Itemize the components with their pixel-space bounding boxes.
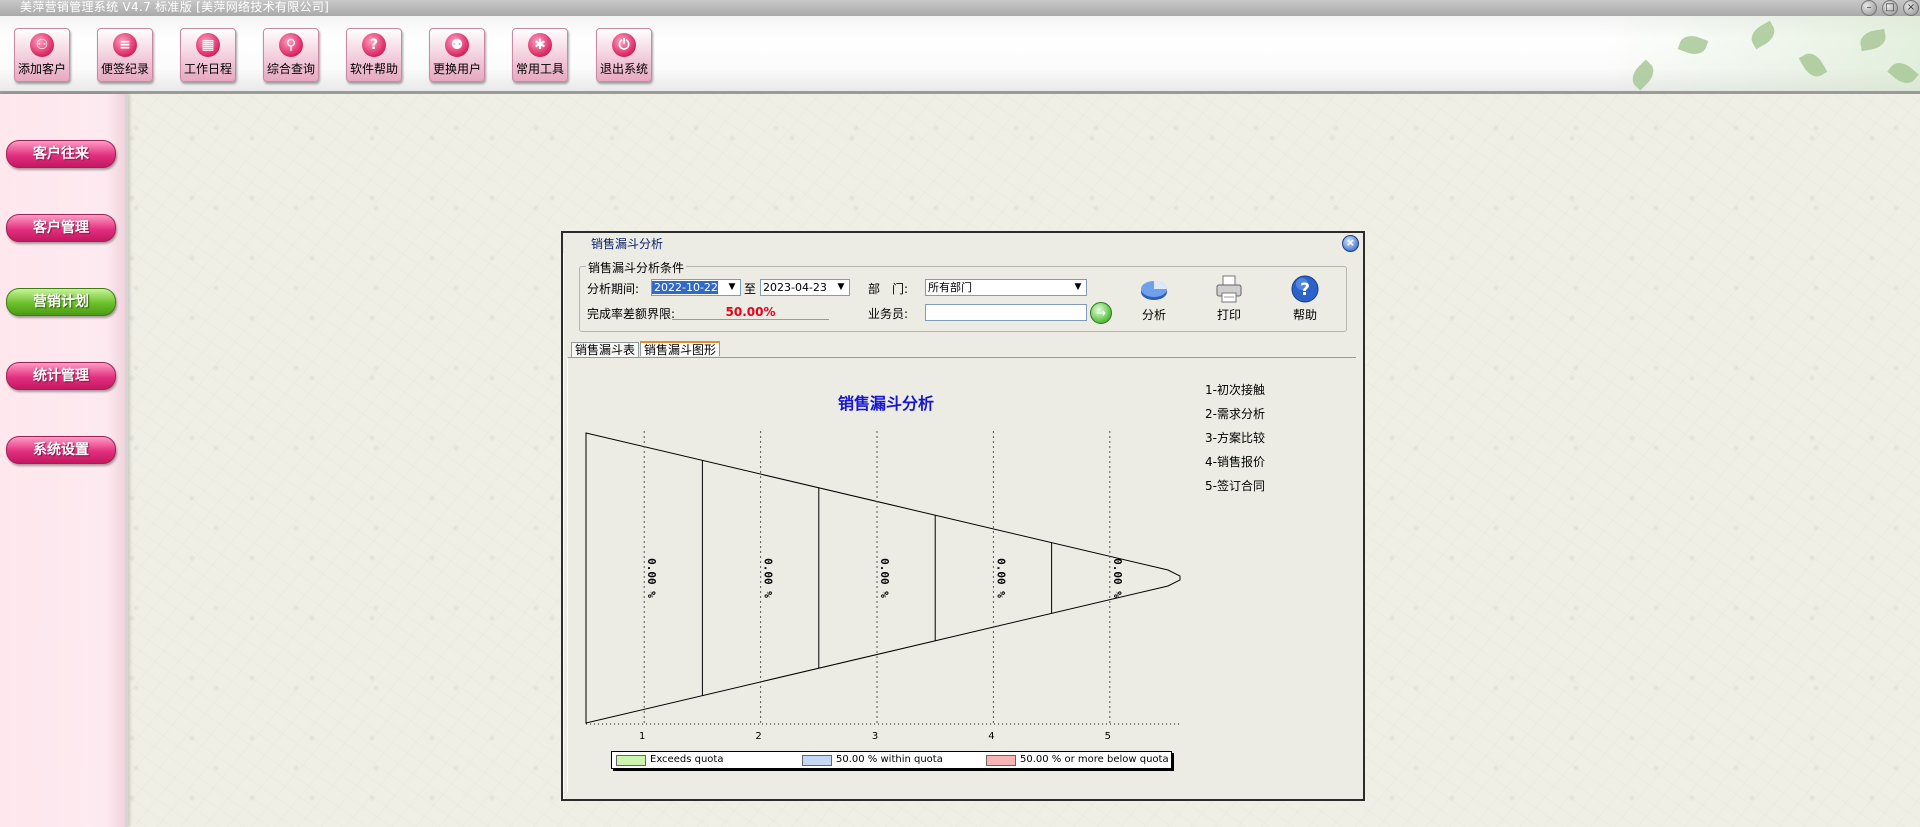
main-toolbar: ⚇ 添加客户 ≡ 便签纪录 ▦ 工作日程 ⚲ 综合查询? 软件帮助 ⚉ 更换用户 ✱ 常用工具 ⏻ 退出系统: [0, 16, 1920, 94]
tab-funnel-graph[interactable]: 销售漏斗图形: [640, 341, 721, 357]
toolbar-button-7[interactable]: ✱ 常用工具: [512, 28, 568, 82]
notepad-icon: ≡: [113, 33, 137, 57]
toolbar-button-5[interactable]: ? 软件帮助: [346, 28, 402, 82]
conditions-legend: 销售漏斗分析条件: [586, 259, 687, 276]
tab-funnel-table[interactable]: 销售漏斗表: [571, 342, 640, 357]
printer-icon: [1216, 275, 1242, 303]
power-icon: ⏻: [612, 33, 636, 57]
period-from-select[interactable]: 2022-10-22 ▼: [651, 279, 741, 296]
toolbar-button-label: 工作日程: [183, 62, 232, 76]
toolbar-button-1[interactable]: ⚇ 添加客户: [14, 28, 70, 82]
dialog-close-icon[interactable]: ×: [1342, 235, 1359, 252]
quota-swatch-exceeds: [616, 755, 646, 766]
quota-label-within: 50.00 % within quota: [836, 754, 943, 765]
funnel-analysis-dialog: 销售漏斗分析 × 销售漏斗分析条件 分析期间: 2022-10-22 ▼ 至 2…: [561, 231, 1365, 801]
calendar-icon: ▦: [196, 33, 220, 57]
toolbar-button-label: 综合查询: [266, 62, 315, 76]
toolbar-button-label: 软件帮助: [349, 62, 398, 76]
dept-select[interactable]: 所有部门 ▼: [925, 279, 1087, 296]
stage-legend-item: 4-销售报价: [1205, 455, 1265, 469]
print-button[interactable]: 打印: [1201, 274, 1257, 324]
help-icon: ?: [1291, 275, 1319, 303]
toolbar-button-label: 退出系统: [599, 62, 648, 76]
toolbar-button-label: 便签纪录: [100, 62, 149, 76]
close-window-button[interactable]: ×: [1903, 0, 1919, 16]
analyze-button[interactable]: 分析: [1126, 274, 1182, 324]
quota-label-exceeds: Exceeds quota: [650, 754, 724, 765]
leaf-decoration: [1600, 16, 1920, 91]
sidebar-item-3[interactable]: 营销计划: [6, 288, 116, 316]
quota-swatch-within: [802, 755, 832, 766]
toolbar-button-label: 常用工具: [515, 62, 564, 76]
toolbar-button-3[interactable]: ▦ 工作日程: [180, 28, 236, 82]
toolbar-button-label: 更换用户: [432, 62, 481, 76]
dialog-title: 销售漏斗分析: [591, 237, 664, 251]
dept-label: 部 门:: [868, 282, 909, 296]
stage-legend-item: 5-签订合同: [1205, 479, 1265, 493]
toolbar-button-4[interactable]: ⚲ 综合查询: [263, 28, 319, 82]
svg-text:?: ?: [1300, 280, 1310, 300]
window-title: 美萍营销管理系统 V4.7 标准版 [美萍网络技术有限公司]: [20, 0, 330, 14]
search-icon: ⚲: [279, 33, 303, 57]
pie-chart-icon: [1141, 281, 1167, 300]
period-to-label: 至: [744, 282, 757, 296]
print-label: 打印: [1216, 308, 1241, 322]
period-label: 分析期间:: [587, 282, 640, 296]
gear-icon: ✱: [528, 33, 552, 57]
stage-legend: 1-初次接触 2-需求分析 3-方案比较 4-销售报价 5-签订合同: [1205, 378, 1265, 498]
period-to-value: 2023-04-23: [763, 281, 827, 294]
toolbar-button-6[interactable]: ⚉ 更换用户: [429, 28, 485, 82]
help-label: 帮助: [1292, 308, 1317, 322]
sidebar: 客户往来客户管理营销计划统计管理系统设置: [0, 94, 128, 827]
toolbar-button-label: 添加客户: [17, 62, 66, 76]
rate-value[interactable]: 50.00%: [672, 305, 829, 320]
sidebar-item-5[interactable]: 系统设置: [6, 436, 116, 464]
switch-user-icon: ⚉: [445, 33, 469, 57]
period-to-select[interactable]: 2023-04-23 ▼: [760, 279, 850, 296]
stage-legend-item: 3-方案比较: [1205, 431, 1265, 445]
maximize-button[interactable]: □: [1882, 0, 1898, 16]
dialog-title-bar: 销售漏斗分析 ×: [563, 233, 1363, 253]
quota-legend: Exceeds quota 50.00 % within quota 50.00…: [611, 751, 1172, 769]
sidebar-item-2[interactable]: 客户管理: [6, 214, 116, 242]
toolbar-button-8[interactable]: ⏻ 退出系统: [596, 28, 652, 82]
period-from-value: 2022-10-22: [652, 281, 718, 294]
salesperson-label: 业务员:: [868, 307, 909, 321]
chevron-down-icon[interactable]: ▼: [835, 280, 847, 295]
person-add-icon: ⚇: [30, 33, 54, 57]
chevron-down-icon[interactable]: ▼: [1072, 280, 1084, 295]
sidebar-item-1[interactable]: 客户往来: [6, 140, 116, 168]
salesperson-input[interactable]: [925, 304, 1087, 321]
window-title-bar: 美萍营销管理系统 V4.7 标准版 [美萍网络技术有限公司] – □ ×: [0, 0, 1920, 16]
toolbar-button-2[interactable]: ≡ 便签纪录: [97, 28, 153, 82]
salesperson-select-button[interactable]: →: [1090, 302, 1112, 324]
dialog-tabs: 销售漏斗表 销售漏斗图形: [571, 341, 721, 357]
quota-label-below: 50.00 % or more below quota: [1020, 754, 1169, 765]
rate-label: 完成率差额界限:: [587, 307, 676, 321]
chevron-down-icon[interactable]: ▼: [726, 280, 738, 295]
quota-swatch-below: [986, 755, 1016, 766]
analyze-label: 分析: [1141, 308, 1166, 322]
sidebar-item-4[interactable]: 统计管理: [6, 362, 116, 390]
help-icon: ?: [362, 33, 386, 57]
help-button[interactable]: ? 帮助: [1277, 274, 1333, 324]
minimize-button[interactable]: –: [1861, 0, 1877, 16]
stage-legend-item: 2-需求分析: [1205, 407, 1265, 421]
stage-legend-item: 1-初次接触: [1205, 383, 1265, 397]
dept-value: 所有部门: [928, 281, 972, 294]
